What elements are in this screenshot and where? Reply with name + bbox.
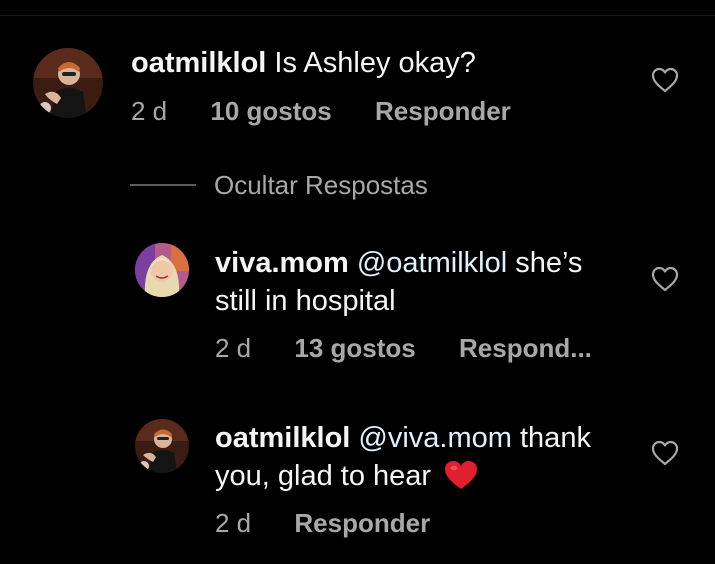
comment-username[interactable]: oatmilklol: [131, 47, 266, 79]
heart-outline-icon: [651, 266, 679, 292]
reply-username[interactable]: viva.mom: [215, 247, 349, 279]
mention-link[interactable]: @viva.mom: [358, 422, 512, 454]
top-divider: [0, 15, 715, 16]
comment-body: Is Ashley okay?: [274, 47, 476, 79]
reply-time: 2 d: [215, 333, 252, 363]
reply-line2: you, glad to hear: [215, 457, 591, 495]
like-button[interactable]: [651, 266, 679, 292]
reply-line: viva.mom @oatmilklol she’s: [215, 244, 582, 282]
reply-username[interactable]: oatmilklol: [215, 422, 350, 454]
avatar[interactable]: [33, 48, 103, 118]
avatar[interactable]: [135, 419, 189, 473]
reply-button[interactable]: Responder: [294, 508, 430, 538]
reply-button[interactable]: Responder: [375, 96, 511, 126]
reply-line: oatmilklol @viva.mom thank: [215, 419, 591, 457]
reply-time: 2 d: [215, 508, 252, 538]
reply-button[interactable]: Respond...: [459, 333, 592, 363]
hide-replies-button[interactable]: Ocultar Respostas: [214, 170, 428, 200]
heart-outline-icon: [651, 440, 679, 466]
reply-meta: 2 d 13 gostos Respond...: [215, 333, 592, 363]
comment-text: oatmilklol Is Ashley okay?: [131, 44, 476, 82]
hide-replies-line: [130, 184, 196, 186]
mention-link[interactable]: @oatmilklol: [357, 247, 507, 279]
heart-outline-icon: [651, 67, 679, 93]
reply-body-line2: still in hospital: [215, 285, 396, 317]
like-button[interactable]: [651, 440, 679, 466]
comment-time: 2 d: [131, 96, 168, 126]
reply-meta: 2 d Responder: [215, 508, 430, 538]
red-heart-emoji-icon: [445, 461, 478, 489]
comment-likes[interactable]: 10 gostos: [210, 96, 331, 126]
reply-body: thank: [520, 422, 591, 454]
reply-body: she’s: [515, 247, 583, 279]
avatar[interactable]: [135, 243, 189, 297]
reply-text: oatmilklol @viva.mom thank you, glad to …: [215, 419, 591, 495]
reply-likes[interactable]: 13 gostos: [294, 333, 415, 363]
comment-meta: 2 d 10 gostos Responder: [131, 96, 511, 126]
reply-text: viva.mom @oatmilklol she’s still in hosp…: [215, 244, 582, 320]
reply-body-line2: you, glad to hear: [215, 460, 432, 492]
like-button[interactable]: [651, 67, 679, 93]
